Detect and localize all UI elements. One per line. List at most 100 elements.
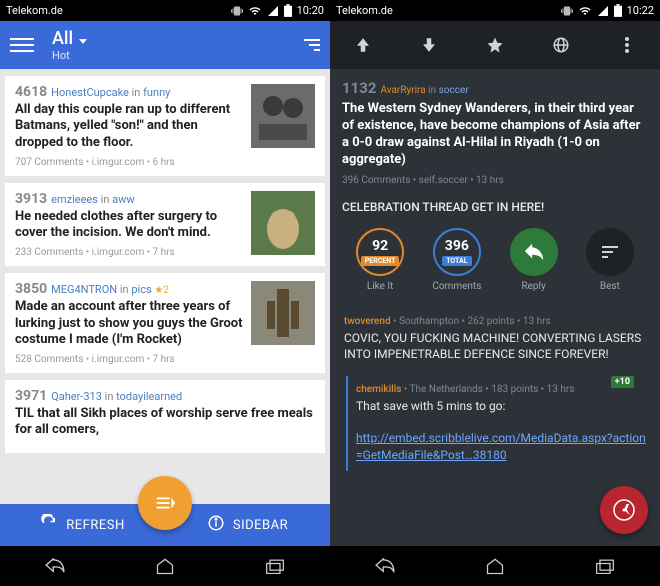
post-title: All day this couple ran up to different …: [15, 102, 243, 151]
android-nav: [330, 546, 660, 586]
back-button[interactable]: [43, 554, 67, 578]
clock-label: 10:20: [297, 4, 324, 17]
post-subreddit: todayilearned: [116, 390, 182, 403]
back-button[interactable]: [373, 554, 397, 578]
right-phone: Telekom.de 10:22 1132AvarRyrira in socce…: [330, 0, 660, 586]
signal-icon: [597, 5, 609, 17]
fab-button[interactable]: [600, 486, 648, 534]
post-score: 1132: [342, 79, 376, 97]
home-button[interactable]: [483, 554, 507, 578]
app-header: All Hot: [0, 21, 330, 69]
refresh-icon: [40, 514, 58, 536]
post-score: 4618: [15, 84, 47, 100]
battery-icon: [614, 4, 622, 17]
comment[interactable]: +10 chemikills • The Netherlands • 183 p…: [346, 376, 648, 471]
post-title: The Western Sydney Wanderers, in their t…: [342, 101, 648, 169]
likeit-badge: PERCENT: [361, 256, 400, 266]
comment-body: COVIC, YOU FUCKING MACHINE! CONVERTING L…: [344, 330, 648, 362]
refresh-label: REFRESH: [66, 518, 124, 533]
post-card[interactable]: 4618HonestCupcake in funny All day this …: [5, 76, 325, 176]
best-button[interactable]: Best: [586, 228, 634, 292]
comments-value: 396: [445, 238, 469, 254]
downvote-button[interactable]: [409, 36, 449, 54]
post-feed[interactable]: 4618HonestCupcake in funny All day this …: [0, 69, 330, 546]
post-score: 3971: [15, 388, 47, 404]
reply-button[interactable]: Reply: [510, 228, 558, 292]
fab-icon: [154, 492, 176, 514]
home-button[interactable]: [153, 554, 177, 578]
subreddit-selector[interactable]: All Hot: [52, 28, 304, 62]
likeit-label: Like It: [367, 281, 394, 292]
post-card[interactable]: 3913emzieees in aww He needed clothes af…: [5, 183, 325, 267]
best-label: Best: [600, 281, 620, 292]
post-card[interactable]: 3850MEG4NTRON in pics ★2 Made an account…: [5, 273, 325, 373]
post-title: TIL that all Sikh places of worship serv…: [15, 406, 315, 439]
comment[interactable]: twoverend • Southampton • 262 points • 1…: [334, 308, 648, 370]
carrier-label: Telekom.de: [336, 4, 393, 17]
post-subreddit: funny: [143, 86, 170, 99]
post-header: 1132AvarRyrira in soccer The Western Syd…: [342, 69, 648, 186]
status-bar: Telekom.de 10:22: [330, 0, 660, 21]
post-title: Made an account after three years of lur…: [15, 299, 243, 348]
upvote-button[interactable]: [343, 36, 383, 54]
post-author: AvarRyrira: [380, 85, 425, 96]
comments-button[interactable]: 396 TOTAL Comments: [432, 228, 481, 292]
post-title: He needed clothes after surgery to cover…: [15, 209, 243, 242]
post-meta: 396 Comments • self.soccer • 13 hrs: [342, 175, 648, 186]
android-nav: [0, 546, 330, 586]
overflow-button[interactable]: [607, 37, 647, 53]
menu-icon[interactable]: [10, 38, 34, 52]
star-button[interactable]: [475, 36, 515, 54]
comment-list: twoverend • Southampton • 262 points • 1…: [342, 308, 648, 471]
comment-age: 13 hrs: [547, 384, 575, 395]
clock-label: 10:22: [627, 4, 654, 17]
status-bar: Telekom.de 10:20: [0, 0, 330, 21]
vibrate-icon: [231, 5, 243, 17]
thread-view[interactable]: 1132AvarRyrira in soccer The Western Syd…: [330, 69, 660, 546]
post-meta: 707 Comments • i.imgur.com • 6 hrs: [15, 157, 243, 168]
post-card[interactable]: 3971Qaher-313 in todayilearned TIL that …: [5, 380, 325, 453]
comment-author: twoverend: [344, 316, 391, 327]
post-thumbnail[interactable]: [251, 281, 315, 345]
sort-icon[interactable]: [304, 39, 320, 51]
comment-link[interactable]: http://embed.scribblelive.com/MediaData.…: [356, 431, 646, 461]
battery-icon: [284, 4, 292, 17]
likeit-value: 92: [372, 238, 388, 254]
info-icon: [207, 514, 225, 536]
chevron-down-icon: [79, 29, 87, 48]
comment-points: 262 points: [467, 316, 514, 327]
post-author: MEG4NTRON: [51, 283, 117, 296]
post-body: CELEBRATION THREAD GET IN HERE!: [342, 200, 648, 214]
comments-label: Comments: [432, 281, 481, 292]
comments-badge: TOTAL: [442, 256, 471, 266]
post-thumbnail[interactable]: [251, 191, 315, 255]
action-row: 92 PERCENT Like It 396 TOTAL Comments Repl…: [342, 228, 648, 292]
comment-flair: Southampton: [399, 316, 459, 327]
recents-button[interactable]: [263, 554, 287, 578]
header-title: All: [52, 28, 73, 49]
post-meta: 528 Comments • i.imgur.com • 7 hrs: [15, 354, 243, 365]
gold-badge: ★2: [154, 285, 169, 296]
post-subreddit: pics: [131, 283, 151, 296]
sidebar-label: SIDEBAR: [233, 518, 288, 533]
signal-icon: [267, 5, 279, 17]
post-author: Qaher-313: [51, 390, 102, 403]
post-author: emzieees: [51, 193, 98, 206]
sort-icon: [602, 246, 618, 258]
fab-button[interactable]: [138, 476, 192, 530]
post-score: 3850: [15, 281, 47, 297]
likeit-button[interactable]: 92 PERCENT Like It: [356, 228, 404, 292]
comment-age: 13 hrs: [523, 316, 551, 327]
globe-button[interactable]: [541, 36, 581, 54]
recents-button[interactable]: [593, 554, 617, 578]
reply-icon: [523, 243, 545, 261]
post-author: HonestCupcake: [51, 86, 129, 99]
post-meta: 233 Comments • i.imgur.com • 7 hrs: [15, 247, 243, 258]
post-score: 3913: [15, 191, 47, 207]
comment-author: chemikills: [356, 384, 401, 395]
left-phone: Telekom.de 10:20 All Hot 4618 HonestCupca…: [0, 0, 330, 586]
header-subtitle: Hot: [52, 49, 304, 62]
wifi-icon: [248, 5, 262, 17]
post-thumbnail[interactable]: [251, 84, 315, 148]
vibrate-icon: [561, 5, 573, 17]
